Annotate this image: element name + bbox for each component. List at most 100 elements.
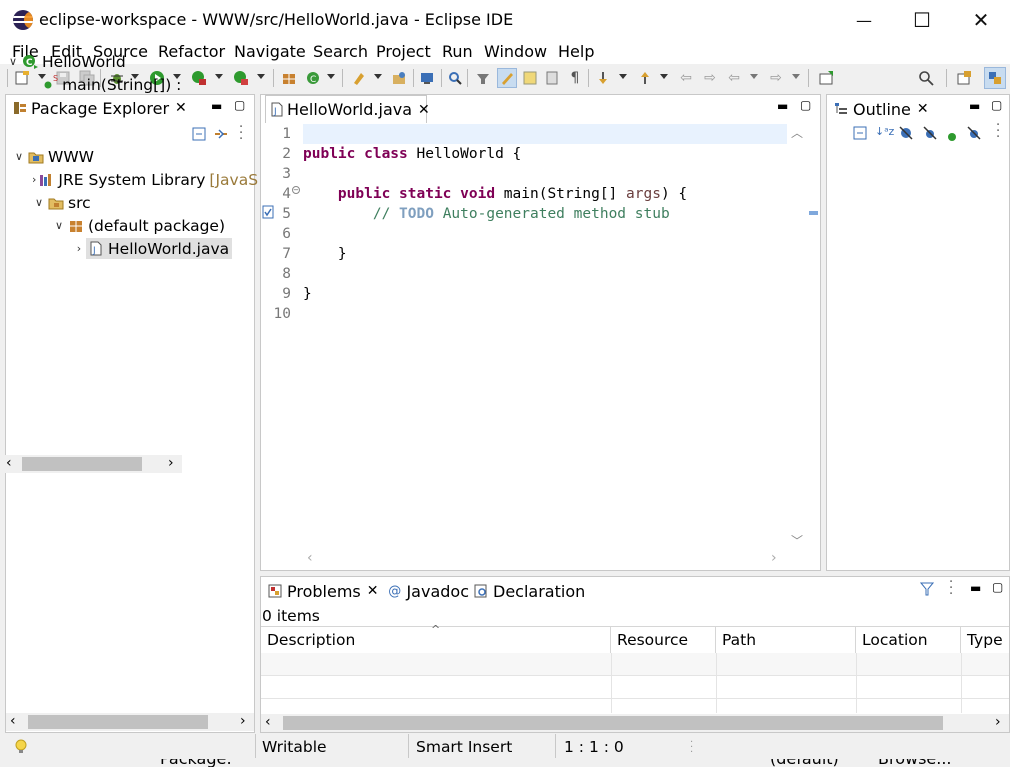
minimize-view-icon[interactable]: ▬	[969, 99, 980, 113]
status-cursor-position[interactable]: 1 : 1 : 0	[564, 738, 624, 756]
tree-node-src[interactable]: ∨ src	[10, 191, 254, 214]
toggle-breadcrumb-icon[interactable]	[474, 69, 492, 87]
hide-non-public-icon[interactable]	[947, 128, 957, 146]
collapse-all-icon[interactable]	[192, 127, 206, 145]
hide-fields-icon[interactable]	[899, 126, 913, 144]
maximize-button[interactable]: ☐	[893, 0, 951, 40]
open-task-dropdown-icon[interactable]	[374, 74, 382, 79]
menu-navigate[interactable]: Navigate	[234, 42, 306, 61]
open-task-icon[interactable]	[350, 69, 368, 87]
horizontal-scrollbar[interactable]: ‹ ›	[0, 455, 182, 473]
status-insert-mode[interactable]: Smart Insert	[416, 738, 512, 756]
chevron-down-icon[interactable]: ∨	[52, 219, 66, 232]
show-whitespace-icon[interactable]: ¶	[566, 69, 584, 87]
scroll-up-icon[interactable]: ︿	[791, 124, 803, 141]
scrollbar-thumb[interactable]	[22, 457, 142, 471]
word-wrap-icon[interactable]	[543, 69, 561, 87]
hide-local-types-icon[interactable]	[967, 126, 981, 144]
outline-node-class[interactable]: ∨ C HelloWorld	[6, 50, 184, 73]
lightbulb-icon[interactable]	[14, 739, 28, 759]
new-java-package-icon[interactable]	[280, 69, 298, 87]
next-annotation-dropdown-icon[interactable]	[619, 74, 627, 79]
open-perspective-icon[interactable]	[955, 69, 973, 87]
minimize-view-icon[interactable]: ▬	[211, 99, 222, 113]
close-button[interactable]: ✕	[952, 0, 1010, 40]
tab-javadoc[interactable]: @ Javadoc	[383, 577, 469, 605]
prev-annotation-icon[interactable]	[636, 69, 654, 87]
collapse-all-icon[interactable]	[853, 126, 867, 144]
external-tools-icon[interactable]	[232, 69, 250, 87]
maximize-view-icon[interactable]: ▢	[800, 98, 811, 112]
scroll-left-icon[interactable]: ‹	[307, 550, 313, 566]
scroll-right-icon[interactable]: ›	[168, 455, 174, 471]
task-marker-icon[interactable]	[261, 205, 275, 223]
menu-project[interactable]: Project	[376, 42, 431, 61]
java-perspective-icon[interactable]	[984, 67, 1006, 89]
back-icon[interactable]: ⇦	[725, 69, 743, 87]
maximize-view-icon[interactable]: ▢	[991, 98, 1002, 112]
minimize-button[interactable]: —	[835, 0, 893, 40]
coverage-icon[interactable]	[190, 69, 208, 87]
chevron-right-icon[interactable]: ›	[72, 242, 86, 255]
tree-node-jre[interactable]: › JRE System Library [JavaS	[10, 168, 258, 191]
tree-node-www[interactable]: ∨ WWW	[10, 145, 254, 168]
close-tab-icon[interactable]: ✕	[418, 102, 430, 118]
link-with-editor-icon[interactable]	[213, 127, 229, 145]
menu-search[interactable]: Search	[313, 42, 368, 61]
tab-helloworld-java[interactable]: J HelloWorld.java ✕	[265, 95, 430, 123]
chevron-down-icon[interactable]: ∨	[32, 196, 46, 209]
tree-node-helloworld[interactable]: › J HelloWorld.java	[10, 237, 254, 260]
view-menu-icon[interactable]: · · ·	[949, 576, 953, 601]
column-path[interactable]: Path	[716, 627, 856, 653]
column-resource[interactable]: Resource	[611, 627, 716, 653]
column-description[interactable]: Description ^	[261, 623, 611, 653]
forward-icon[interactable]: ⇨	[767, 69, 785, 87]
scrollbar-thumb[interactable]	[28, 715, 208, 729]
tab-declaration[interactable]: Declaration	[469, 577, 589, 605]
code-area[interactable]: public class HelloWorld { public static …	[303, 124, 787, 324]
horizontal-scrollbar[interactable]: ‹ ›	[303, 550, 787, 568]
view-menu-icon[interactable]: · · ·	[239, 121, 243, 146]
tab-problems[interactable]: Problems ✕	[263, 577, 379, 605]
scroll-right-icon[interactable]: ›	[240, 713, 246, 729]
task-overview-marker[interactable]	[809, 211, 818, 215]
outline-node-method[interactable]: S main(String[]) : v	[6, 73, 184, 96]
tab-package-explorer[interactable]: Package Explorer ✕	[11, 95, 187, 123]
close-tab-icon[interactable]: ✕	[917, 101, 929, 117]
sort-icon[interactable]: ↓ᵃz	[875, 125, 894, 138]
menu-window[interactable]: Window	[484, 42, 547, 61]
forward-edit-icon[interactable]: ⇨	[701, 69, 719, 87]
block-selection-icon[interactable]	[521, 69, 539, 87]
terminal-icon[interactable]	[418, 69, 436, 87]
minimize-view-icon[interactable]: ▬	[970, 581, 981, 595]
last-edit-icon[interactable]: ⇦	[677, 69, 695, 87]
column-location[interactable]: Location	[856, 627, 961, 653]
scroll-left-icon[interactable]: ‹	[6, 455, 12, 471]
open-type-icon[interactable]	[390, 69, 408, 87]
close-tab-icon[interactable]: ✕	[367, 583, 379, 599]
external-tools-dropdown-icon[interactable]	[257, 74, 265, 79]
scroll-left-icon[interactable]: ‹	[10, 713, 16, 729]
new-java-class-icon[interactable]: C	[304, 69, 322, 87]
filter-icon[interactable]	[919, 582, 935, 600]
minimize-view-icon[interactable]: ▬	[777, 99, 788, 113]
search-icon[interactable]	[917, 69, 935, 87]
view-menu-icon[interactable]: · · ·	[996, 119, 1000, 144]
hide-static-icon[interactable]	[923, 126, 937, 144]
overview-ruler[interactable]	[807, 124, 821, 550]
scroll-left-icon[interactable]: ‹	[265, 714, 271, 730]
scroll-right-icon[interactable]: ›	[771, 550, 777, 566]
new-class-dropdown-icon[interactable]	[327, 74, 335, 79]
fold-collapse-icon[interactable]: −	[292, 186, 300, 194]
column-type[interactable]: Type	[961, 627, 1009, 653]
tree-node-default-package[interactable]: ∨ (default package)	[10, 214, 254, 237]
close-tab-icon[interactable]: ✕	[175, 100, 187, 116]
horizontal-scrollbar[interactable]: ‹ ›	[261, 714, 1009, 732]
menu-help[interactable]: Help	[558, 42, 594, 61]
menu-run[interactable]: Run	[442, 42, 473, 61]
horizontal-scrollbar[interactable]: ‹ ›	[6, 713, 254, 731]
vertical-scrollbar[interactable]: ︿ ﹀	[788, 124, 806, 550]
pin-editor-icon[interactable]	[817, 69, 835, 87]
scrollbar-thumb[interactable]	[283, 716, 943, 730]
search-marker-icon[interactable]	[446, 69, 464, 87]
